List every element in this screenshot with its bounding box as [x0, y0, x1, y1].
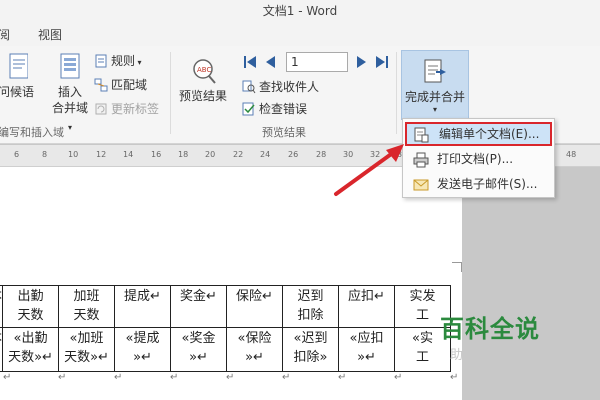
finish-merge-label: 完成并合并 — [404, 90, 465, 104]
ruler-tick: 22 — [233, 150, 244, 159]
ribbon-tabs: 阅 视图 — [0, 20, 600, 46]
email-icon — [413, 179, 429, 191]
title-bar: 文档1 - Word — [0, 0, 600, 20]
ruler-tick: 24 — [260, 150, 271, 159]
table-cell[interactable]: «保险 »↵ — [226, 327, 283, 372]
last-record-icon[interactable] — [375, 54, 389, 70]
next-record-icon[interactable] — [356, 54, 368, 70]
greeting-line-icon — [9, 53, 28, 79]
table-row: 本 出勤 天数 加班 天数 提成↵ 奖金↵ 保险↵ 迟到 扣除 应扣↵ 实发 工 — [0, 285, 451, 328]
paragraph-mark: ↵ — [58, 372, 67, 383]
insert-merge-field-label-2: 合并域 — [51, 101, 88, 115]
chevron-down-icon: ▾ — [67, 123, 72, 132]
ruler-tick: 26 — [288, 150, 299, 159]
first-record-icon[interactable] — [243, 54, 257, 70]
table-cell[interactable]: «应扣 »↵ — [338, 327, 395, 372]
preview-results-icon: ABC — [193, 59, 216, 84]
watermark-title: 百科全说 — [440, 315, 540, 343]
table-row: 本 «出勤 天数»↵ «加班 天数»↵ «提成 »↵ «奖金 »↵ «保险 »↵… — [0, 327, 451, 372]
update-labels-label: 更新标签 — [111, 102, 160, 116]
previous-record-icon[interactable] — [264, 54, 276, 70]
table-cell[interactable]: «出勤 天数»↵ — [2, 327, 59, 372]
ruler-tick: 48 — [566, 150, 577, 159]
check-errors-label: 检查错误 — [259, 102, 308, 116]
table-cell[interactable]: «提成 »↵ — [114, 327, 171, 372]
group-separator — [170, 52, 171, 134]
table-cell[interactable]: 迟到 扣除 — [282, 285, 339, 328]
rules-label: 规则 — [111, 54, 136, 68]
watermark: 百科全说 助你轻松解决 — [440, 314, 560, 363]
table-cell[interactable]: «奖金 »↵ — [170, 327, 227, 372]
ruler-tick: 28 — [316, 150, 327, 159]
table-cell[interactable]: 出勤 天数 — [2, 285, 59, 328]
edit-individual-documents-label: 编辑单个文档(E)... — [439, 127, 540, 141]
table-cell[interactable]: 奖金↵ — [170, 285, 227, 328]
finish-merge-icon — [424, 59, 446, 83]
find-recipient-label: 查找收件人 — [259, 80, 320, 94]
chevron-down-icon: ▾ — [135, 58, 142, 67]
table-cell[interactable]: «迟到 扣除» — [282, 327, 339, 372]
edit-individual-documents-item[interactable]: 编辑单个文档(E)... — [405, 122, 552, 146]
paragraph-mark: ↵ — [394, 372, 403, 383]
finish-merge-button[interactable]: 完成并合并 ▾ — [401, 50, 469, 120]
tab-view[interactable]: 视图 — [38, 26, 62, 43]
ruler-tick: 20 — [205, 150, 216, 159]
svg-text:ABC: ABC — [197, 66, 211, 74]
insert-merge-field-label-1: 插入 — [57, 85, 82, 99]
update-labels-icon — [94, 102, 108, 116]
watermark-subtitle: 助你轻松解决 — [450, 348, 541, 363]
insert-merge-field-icon — [60, 53, 80, 79]
match-fields-button[interactable]: 匹配域 — [94, 76, 147, 94]
find-recipient-icon — [242, 80, 256, 94]
write-insert-group-label: 编写和插入域 — [0, 126, 64, 139]
table-cell[interactable]: «加班 天数»↵ — [58, 327, 115, 372]
paragraph-mark: ↵ — [226, 372, 235, 383]
paragraph-mark: ↵ — [338, 372, 347, 383]
send-email-label: 发送电子邮件(S)... — [437, 177, 538, 191]
ruler-tick: 14 — [123, 150, 134, 159]
greeting-line-label: 问候语 — [0, 85, 34, 99]
ruler-tick: 8 — [42, 150, 48, 159]
document-edit-icon — [414, 127, 429, 143]
table-cell[interactable]: 保险↵ — [226, 285, 283, 328]
preview-results-label: 预览结果 — [178, 89, 227, 103]
update-labels-button[interactable]: 更新标签 — [94, 100, 159, 118]
check-errors-button[interactable]: 检查错误 — [242, 100, 307, 118]
table-cell[interactable]: 加班 天数 — [58, 285, 115, 328]
paragraph-mark: ↵ — [450, 372, 459, 383]
paragraph-mark: ↵ — [282, 372, 291, 383]
ruler-tick: 10 — [68, 150, 79, 159]
find-recipient-button[interactable]: 查找收件人 — [242, 78, 319, 96]
printer-icon — [413, 152, 429, 168]
chevron-down-icon: ▾ — [432, 105, 437, 114]
send-email-item[interactable]: 发送电子邮件(S)... — [405, 172, 552, 196]
paragraph-mark: ↵ — [114, 372, 123, 383]
record-number-input[interactable]: 1 — [286, 52, 348, 72]
rules-button[interactable]: 规则 ▾ — [94, 52, 142, 70]
group-separator — [396, 52, 397, 134]
ruler-tick: 12 — [96, 150, 107, 159]
ruler-tick: 18 — [178, 150, 189, 159]
paragraph-mark: ↵ — [3, 372, 12, 383]
annotation-arrow — [334, 144, 404, 196]
rules-icon — [94, 54, 108, 68]
print-documents-item[interactable]: 打印文档(P)... — [405, 147, 552, 171]
finish-merge-dropdown: 编辑单个文档(E)... 打印文档(P)... 发送电子邮件(S)... — [402, 118, 555, 198]
ruler-tick: 16 — [151, 150, 162, 159]
table-cell[interactable]: 提成↵ — [114, 285, 171, 328]
preview-group-label: 预览结果 — [262, 126, 306, 139]
table-cell[interactable]: 应扣↵ — [338, 285, 395, 328]
match-fields-label: 匹配域 — [111, 78, 148, 92]
greeting-line-button[interactable]: 问候语 — [0, 52, 36, 100]
print-documents-label: 打印文档(P)... — [437, 152, 514, 166]
page-corner-mark — [461, 262, 462, 272]
preview-results-button[interactable]: ABC 预览结果 — [176, 56, 230, 104]
paragraph-mark: ↵ — [170, 372, 179, 383]
window-title: 文档1 - Word — [262, 4, 338, 18]
check-errors-icon — [242, 102, 256, 116]
match-fields-icon — [94, 78, 108, 92]
salary-table[interactable]: 本 出勤 天数 加班 天数 提成↵ 奖金↵ 保险↵ 迟到 扣除 应扣↵ 实发 工… — [0, 285, 451, 372]
ruler-tick: 6 — [14, 150, 20, 159]
tab-review[interactable]: 阅 — [0, 26, 10, 43]
